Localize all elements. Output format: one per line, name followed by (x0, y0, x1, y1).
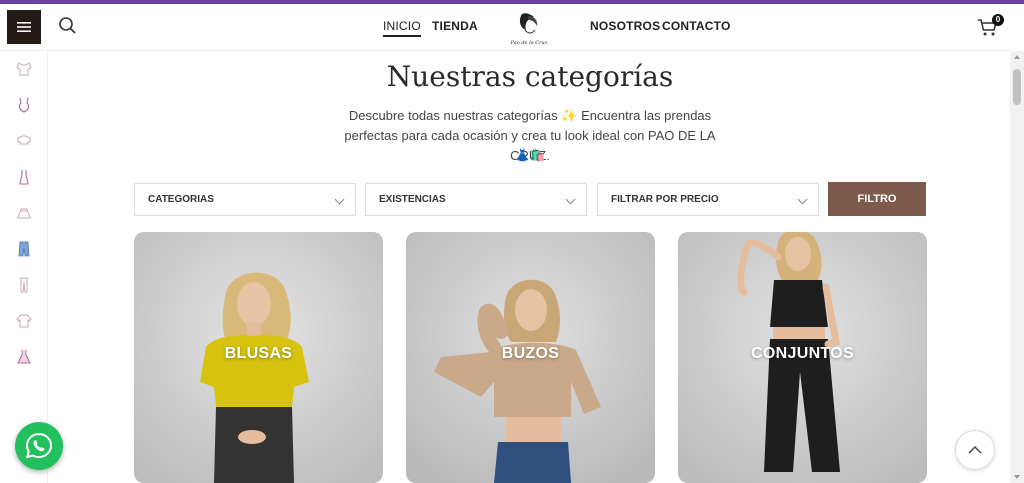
bodysuit-icon[interactable] (14, 95, 34, 115)
page-title: Nuestras categorías (386, 60, 674, 93)
nav-contacto[interactable]: CONTACTO (662, 19, 731, 33)
menu-button[interactable] (7, 10, 41, 44)
cart-button[interactable]: 0 (977, 14, 1004, 41)
dress-icon[interactable] (14, 167, 34, 187)
page-scrollbar[interactable] (1010, 51, 1024, 483)
chevron-up-icon (968, 445, 982, 454)
nav-nosotros[interactable]: NOSOTROS (590, 19, 660, 33)
buzos-label: BUZOS (501, 345, 560, 362)
search-button[interactable] (58, 16, 78, 36)
category-card-blusas[interactable]: BLUSAS (134, 232, 383, 483)
search-icon (59, 17, 76, 34)
whatsapp-icon (25, 432, 53, 459)
nav-inicio[interactable]: INICIO (383, 19, 421, 37)
brand-logo[interactable]: Pao de la Cruz (508, 8, 550, 48)
chevron-down-icon (565, 194, 576, 205)
filter-button[interactable]: FILTRO (828, 182, 926, 216)
skirt-icon[interactable] (14, 203, 34, 223)
cart-count-badge: 0 (992, 14, 1004, 26)
party-dress-icon[interactable] (14, 347, 34, 367)
conjuntos-label: CONJUNTOS (751, 345, 854, 362)
site-header: INICIO TIENDA Pao de la Cruz NOSOTROS CO… (0, 4, 1010, 51)
back-to-top-button[interactable] (955, 430, 995, 470)
jeans-icon[interactable] (14, 239, 34, 259)
categorias-select[interactable]: CATEGORIAS (134, 183, 356, 216)
top-icon[interactable] (14, 59, 34, 79)
sweater-icon[interactable] (14, 311, 34, 331)
nav-tienda[interactable]: TIENDA (432, 19, 478, 33)
existencias-select[interactable]: EXISTENCIAS (365, 183, 587, 216)
scroll-up-arrow-icon[interactable] (1014, 55, 1020, 59)
emoji-line: 👗🛍️ (515, 148, 545, 162)
scroll-thumb[interactable] (1013, 69, 1021, 105)
description-line-1: Descubre todas nuestras categorías ✨ Enc… (348, 108, 712, 123)
price-filter-select[interactable]: FILTRAR POR PRECIO (597, 183, 819, 216)
chevron-down-icon (797, 194, 808, 205)
scroll-down-arrow-icon[interactable] (1014, 475, 1020, 479)
crop-top-icon[interactable] (14, 131, 34, 151)
blusas-label: BLUSAS (224, 345, 293, 362)
price-filter-select-label: FILTRAR POR PRECIO (611, 194, 719, 205)
whatsapp-button[interactable] (15, 422, 63, 470)
existencias-select-label: EXISTENCIAS (379, 194, 446, 205)
category-sidebar (0, 51, 48, 483)
svg-text:Pao de la Cruz: Pao de la Cruz (510, 40, 548, 46)
categorias-select-label: CATEGORIAS (148, 194, 214, 205)
chevron-down-icon (334, 194, 345, 205)
pants-icon[interactable] (14, 275, 34, 295)
category-card-conjuntos[interactable]: CONJUNTOS (678, 232, 927, 483)
category-card-buzos[interactable]: BUZOS (406, 232, 655, 483)
hamburger-icon (17, 22, 31, 32)
